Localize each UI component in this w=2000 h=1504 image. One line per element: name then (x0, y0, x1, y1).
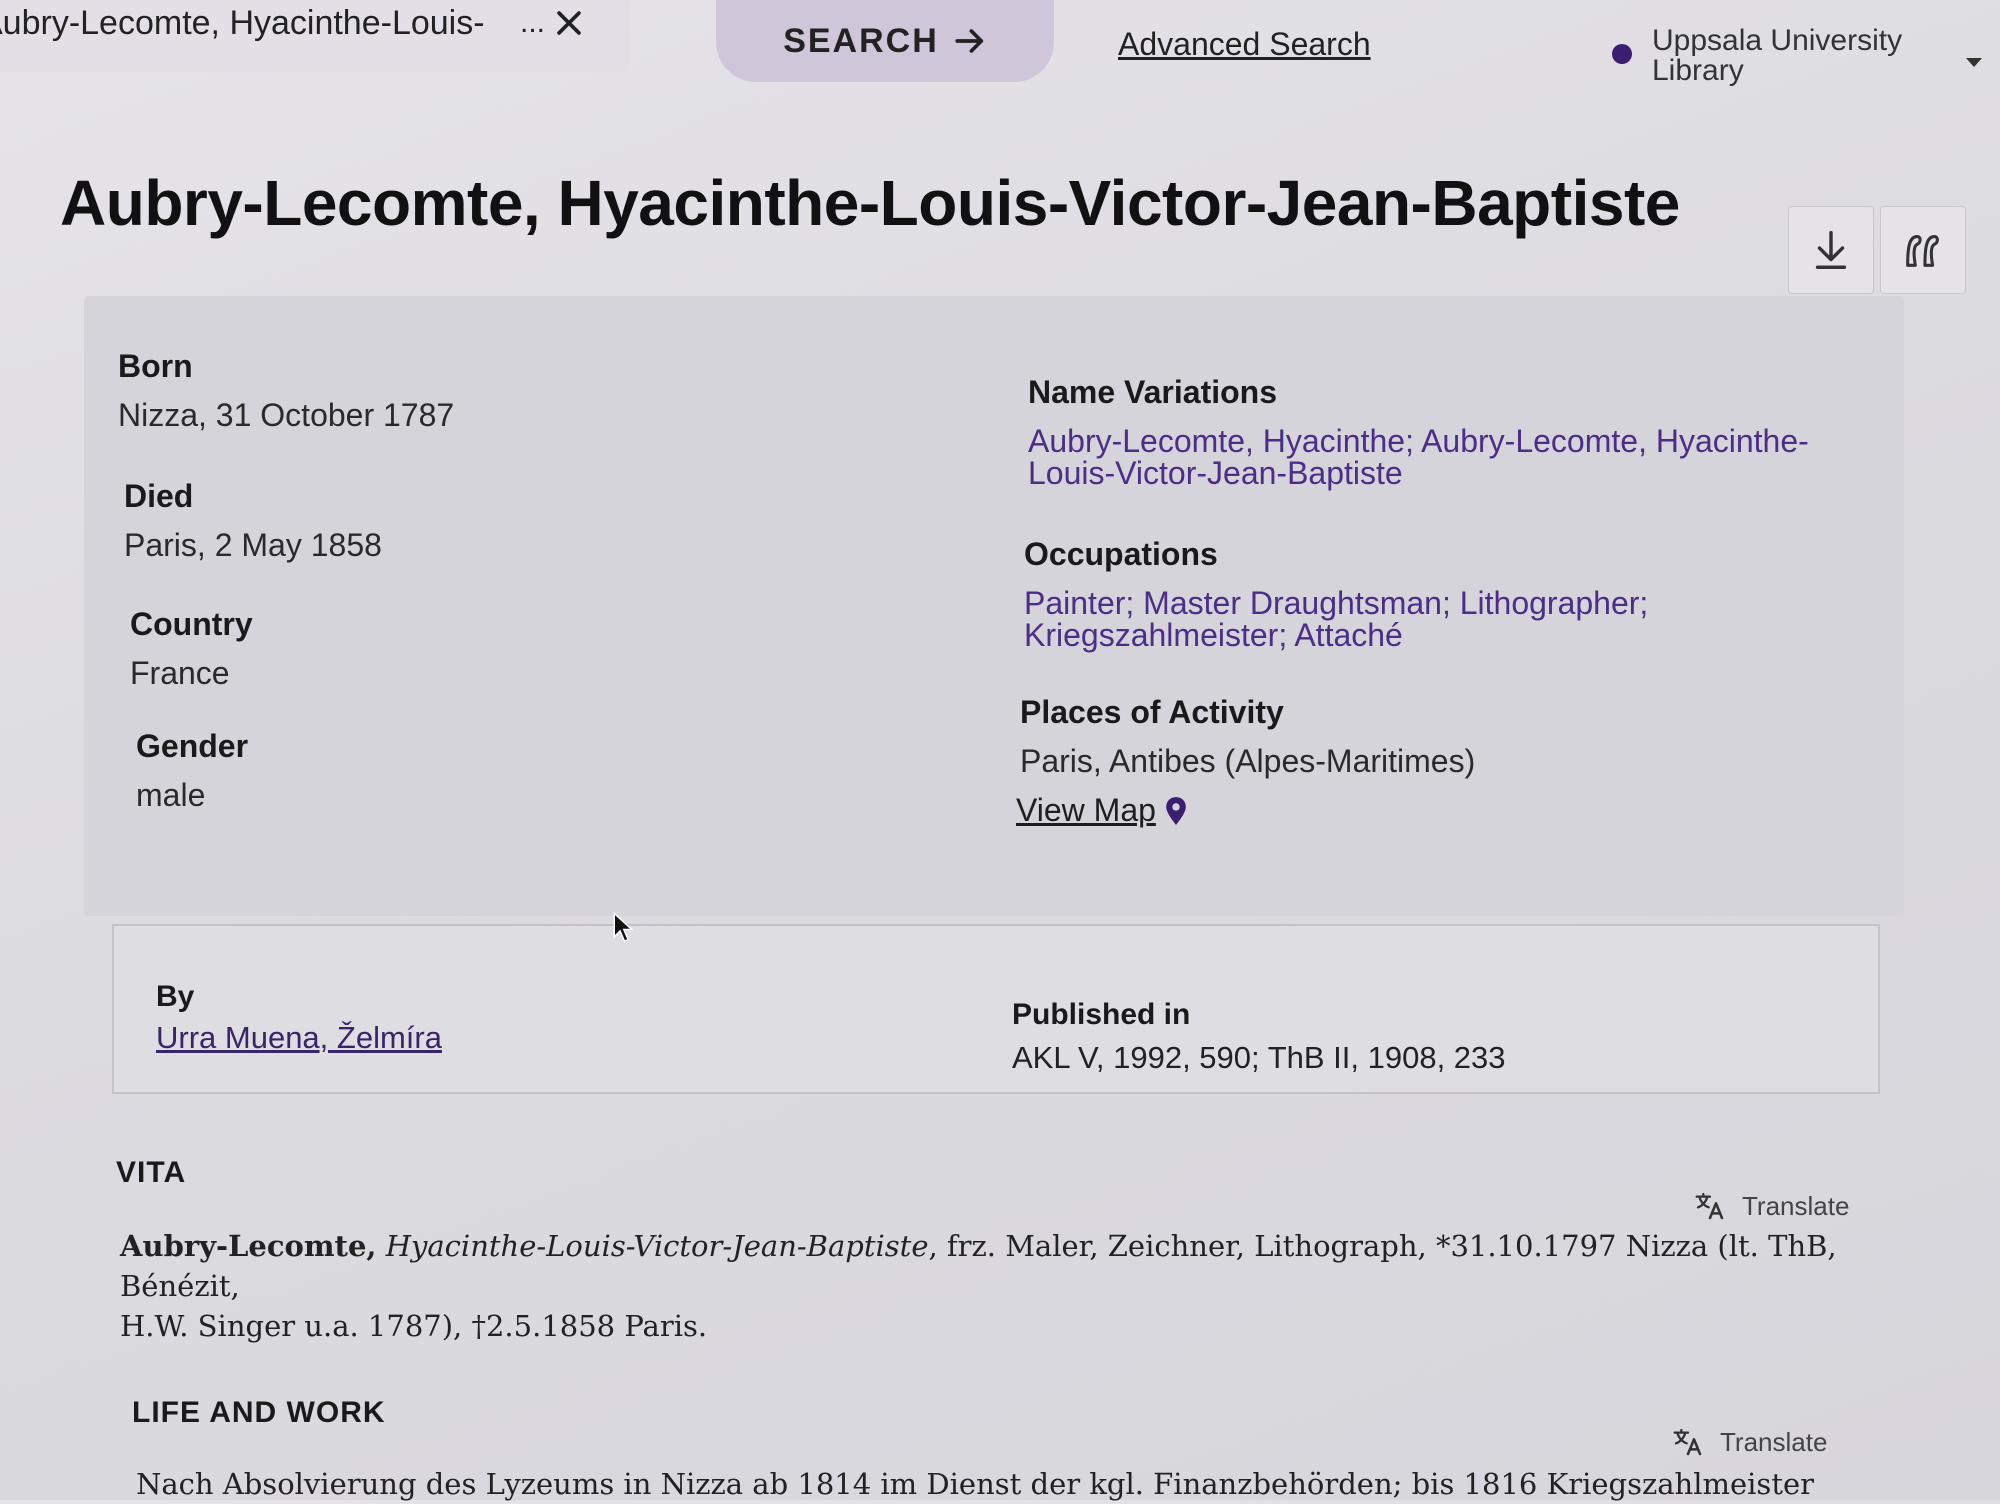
died-value: Paris, 2 May 1858 (124, 527, 382, 563)
cite-button[interactable] (1880, 206, 1966, 294)
life-and-work-text: Nach Absolvierung des Lyzeums in Nizza a… (136, 1467, 1814, 1501)
places-label: Places of Activity (1020, 694, 1284, 730)
fact-country: Country France (130, 606, 253, 689)
author-link[interactable]: Urra Muena, Želmíra (156, 1020, 442, 1055)
born-value: Nizza, 31 October 1787 (118, 397, 455, 433)
vita-translate-button[interactable]: Translate (1694, 1190, 1849, 1222)
author-value: Urra Muena, Želmíra (156, 1020, 442, 1056)
mouse-cursor-icon (613, 912, 634, 943)
fact-gender: Gender male (136, 728, 248, 811)
view-map-label[interactable]: View Map (1016, 792, 1156, 829)
search-button-label: SEARCH (783, 21, 939, 60)
name-variations-label: Name Variations (1028, 374, 1277, 410)
published-in-value: AKL V, 1992, 590; ThB II, 1908, 233 (1012, 1040, 1506, 1075)
arrow-right-icon (955, 29, 983, 53)
country-label: Country (130, 606, 253, 642)
life-translate-button[interactable]: Translate (1672, 1426, 1827, 1458)
vita-surname: Aubry-Lecomte, (120, 1229, 377, 1263)
search-ellipsis: ... (520, 6, 546, 39)
download-button[interactable] (1788, 206, 1874, 294)
vita-translate-label[interactable]: Translate (1742, 1191, 1849, 1222)
died-label: Died (124, 478, 194, 514)
places-value: Paris, Antibes (Alpes-Maritimes) (1020, 743, 1476, 779)
advanced-search-link[interactable]: Advanced Search (1118, 26, 1371, 63)
search-button[interactable]: SEARCH (716, 0, 1054, 82)
fact-born: Born Nizza, 31 October 1787 (118, 348, 454, 431)
vita-line-1-rest: , frz. Maler, Zeichner, Lithograph, *31.… (120, 1229, 1837, 1303)
vita-heading: VITA (116, 1156, 187, 1189)
gender-value: male (136, 777, 206, 813)
occupations-label: Occupations (1024, 536, 1218, 572)
fact-name-variations: Name Variations Aubry-Lecomte, Hyacinthe… (1028, 374, 1888, 489)
search-input[interactable]: Aubry-Lecomte, Hyacinthe-Louis- ... (0, 0, 630, 72)
fact-occupations: Occupations Painter; Master Draughtsman;… (1024, 536, 1884, 651)
authorship-box: By Urra Muena, Želmíra Published in AKL … (112, 924, 1880, 1094)
close-icon[interactable] (552, 6, 586, 40)
gender-label: Gender (136, 728, 249, 764)
library-selector[interactable]: Uppsala University Library (1652, 26, 1952, 86)
life-translate-label[interactable]: Translate (1720, 1427, 1827, 1458)
vita-text: Aubry-Lecomte, Hyacinthe-Louis-Victor-Je… (120, 1226, 1900, 1346)
vita-given-names: Hyacinthe-Louis-Victor-Jean-Baptiste (385, 1229, 929, 1263)
name-variations-line-1: Aubry-Lecomte, Hyacinthe; Aubry-Lecomte,… (1028, 423, 1809, 459)
vita-line-1: Aubry-Lecomte, Hyacinthe-Louis-Victor-Je… (120, 1226, 1900, 1306)
map-pin-icon (1166, 796, 1186, 825)
by-label: By (156, 980, 195, 1013)
translate-icon (1695, 1192, 1724, 1220)
fact-died: Died Paris, 2 May 1858 (124, 478, 382, 561)
download-icon (1815, 231, 1847, 269)
library-status-dot (1612, 44, 1632, 64)
fact-places-of-activity: Places of Activity Paris, Antibes (Alpes… (1020, 694, 1880, 777)
search-input-value[interactable]: Aubry-Lecomte, Hyacinthe-Louis- (0, 4, 520, 43)
page-title: Aubry-Lecomte, Hyacinthe-Louis-Victor-Je… (60, 167, 1680, 239)
published-in-label: Published in (1012, 998, 1191, 1031)
quote-icon (1906, 235, 1939, 267)
vita-line-2: H.W. Singer u.a. 1787), †2.5.1858 Paris. (120, 1309, 708, 1343)
name-variations-line-2: Louis-Victor-Jean-Baptiste (1028, 455, 1403, 491)
view-map-link[interactable]: View Map (1016, 792, 1188, 829)
born-label: Born (118, 348, 193, 384)
occupations-line-1: Painter; Master Draughtsman; Lithographe… (1024, 585, 1649, 621)
life-and-work-heading: LIFE AND WORK (132, 1396, 386, 1429)
biographical-facts-panel: Born Nizza, 31 October 1787 Died Paris, … (84, 296, 1904, 916)
country-value: France (130, 655, 230, 691)
top-bar: Aubry-Lecomte, Hyacinthe-Louis- ... SEAR… (0, 0, 2000, 96)
occupations-line-2: Kriegszahlmeister; Attaché (1024, 617, 1403, 653)
translate-icon (1673, 1428, 1702, 1456)
chevron-down-icon[interactable] (1966, 58, 1982, 67)
